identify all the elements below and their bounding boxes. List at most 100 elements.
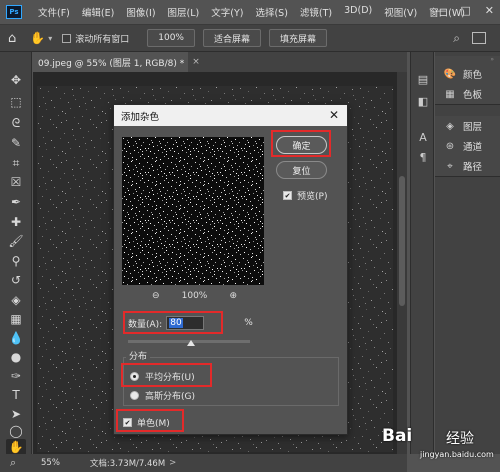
crop-tool-icon[interactable]: ⌗ bbox=[8, 155, 24, 171]
lasso-tool-icon[interactable]: ᘓ bbox=[8, 115, 24, 131]
status-menu-arrow[interactable]: > bbox=[169, 458, 176, 468]
frame-tool-icon[interactable]: ☒ bbox=[8, 174, 24, 190]
zoom-tool-icon[interactable]: ⌕ bbox=[10, 456, 16, 470]
options-bar: ⌂ ✋ ▾ 滚动所有窗口 100% 适合屏幕 填充屏幕 ⌕ bbox=[0, 24, 500, 52]
panel-channels-label: 通道 bbox=[463, 142, 483, 153]
window-controls: — □ ✕ bbox=[435, 4, 494, 17]
dodge-tool-icon[interactable]: ● bbox=[8, 349, 24, 365]
layers-channels-group: ◈ 图层 ⊛ 通道 ⌖ 路径 bbox=[435, 116, 500, 177]
blur-tool-icon[interactable]: 💧 bbox=[8, 330, 24, 346]
type-tool-icon[interactable]: T bbox=[8, 387, 24, 403]
search-icon[interactable]: ⌕ bbox=[453, 31, 460, 46]
reset-button[interactable]: 复位 bbox=[276, 161, 327, 179]
dialog-close-icon[interactable]: ✕ bbox=[329, 108, 339, 122]
preview-label: 预览(P) bbox=[297, 192, 328, 202]
dialog-title-bar[interactable]: 添加杂色 ✕ bbox=[114, 105, 347, 126]
marquee-tool-icon[interactable]: ⬚ bbox=[8, 94, 24, 110]
color-palette-icon: 🎨 bbox=[443, 68, 457, 80]
menu-bar: Ps 文件(F) 编辑(E) 图像(I) 图层(L) 文字(Y) 选择(S) 滤… bbox=[0, 0, 500, 24]
pen-tool-icon[interactable]: ✑ bbox=[8, 368, 24, 384]
highlight-ok-button bbox=[271, 130, 331, 157]
tab-close-icon[interactable]: × bbox=[192, 57, 200, 67]
distribution-legend: 分布 bbox=[126, 349, 151, 362]
scroll-all-windows-checkbox[interactable] bbox=[62, 33, 72, 43]
layers-icon: ◈ bbox=[446, 120, 454, 132]
highlight-uniform bbox=[121, 363, 212, 387]
quick-select-tool-icon[interactable]: ✎ bbox=[8, 135, 24, 151]
chevron-down-icon[interactable]: ▾ bbox=[48, 34, 52, 43]
panel-layers[interactable]: ◈ 图层 bbox=[435, 116, 500, 136]
path-select-icon[interactable]: ➤ bbox=[8, 406, 24, 422]
menu-3d[interactable]: 3D(D) bbox=[338, 5, 378, 19]
panel-paths[interactable]: ⌖ 路径 bbox=[435, 156, 500, 176]
menu-file[interactable]: 文件(F) bbox=[32, 5, 76, 19]
ellipse-tool-icon[interactable]: ◯ bbox=[8, 423, 24, 439]
preview-checkbox[interactable]: ✔ bbox=[283, 191, 292, 200]
history-brush-icon[interactable]: ↺ bbox=[8, 272, 24, 288]
gaussian-label: 高斯分布(G) bbox=[145, 392, 195, 402]
swatches-grid-icon: ▦ bbox=[445, 88, 455, 100]
zoom-tool-area: ⌕ bbox=[0, 454, 33, 472]
amount-slider-knob[interactable] bbox=[187, 340, 195, 346]
zoom-level-button[interactable]: 100% bbox=[147, 29, 195, 47]
gaussian-option[interactable]: 高斯分布(G) bbox=[130, 389, 195, 402]
status-zoom[interactable]: 55% bbox=[41, 458, 60, 468]
highlight-monochromatic bbox=[116, 409, 184, 432]
workspace-icon[interactable] bbox=[472, 32, 486, 44]
gaussian-radio[interactable] bbox=[130, 391, 139, 400]
panel-paths-label: 路径 bbox=[463, 162, 483, 173]
status-bar: 55% 文档:3.73M/7.46M > bbox=[33, 454, 407, 472]
collapsed-panel-icons: ▤ ◧ A ¶ bbox=[410, 52, 434, 454]
gradient-tool-icon[interactable]: ▦ bbox=[8, 311, 24, 327]
healing-brush-icon[interactable]: ✚ bbox=[8, 214, 24, 230]
character-panel-icon[interactable]: A bbox=[416, 130, 430, 144]
vertical-scrollbar[interactable] bbox=[397, 72, 407, 454]
color-swatches-group: » 🎨 颜色 ▦ 色板 bbox=[435, 56, 500, 105]
preview-zoom-level: 100% bbox=[181, 291, 208, 301]
fill-screen-button[interactable]: 填充屏幕 bbox=[269, 29, 328, 47]
menu-edit[interactable]: 编辑(E) bbox=[76, 5, 120, 19]
properties-panel-icon[interactable]: ◧ bbox=[416, 94, 430, 108]
channels-icon: ⊛ bbox=[445, 140, 455, 152]
scroll-all-windows-label: 滚动所有窗口 bbox=[75, 34, 130, 45]
panel-color[interactable]: 🎨 颜色 bbox=[435, 64, 500, 84]
history-panel-icon[interactable]: ▤ bbox=[416, 72, 430, 86]
document-tab-title: 09.jpeg @ 55% (图层 1, RGB/8) * bbox=[38, 58, 185, 69]
menu-type[interactable]: 文字(Y) bbox=[205, 5, 249, 19]
move-tool-icon[interactable]: ✥ bbox=[8, 72, 24, 88]
hand-tool-icon[interactable]: ✋ bbox=[6, 439, 26, 455]
photoshop-logo[interactable]: Ps bbox=[6, 5, 22, 19]
preview-option[interactable]: ✔ 预览(P) bbox=[283, 189, 327, 202]
menu-layer[interactable]: 图层(L) bbox=[162, 5, 206, 19]
menu-items: 文件(F) 编辑(E) 图像(I) 图层(L) 文字(Y) 选择(S) 滤镜(T… bbox=[32, 5, 471, 19]
menu-view[interactable]: 视图(V) bbox=[378, 5, 423, 19]
tools-panel: ✥ ⬚ ᘓ ✎ ⌗ ☒ ✒ ✚ 🖌 ⚲ ↺ ◈ ▦ 💧 ● ✑ T ➤ ◯ ✋ bbox=[0, 52, 32, 455]
menu-image[interactable]: 图像(I) bbox=[120, 5, 161, 19]
panel-grip[interactable]: » bbox=[435, 56, 500, 64]
panel-channels[interactable]: ⊛ 通道 bbox=[435, 136, 500, 156]
noise-preview[interactable] bbox=[122, 137, 264, 285]
panel-color-label: 颜色 bbox=[463, 70, 483, 81]
fit-screen-button[interactable]: 适合屏幕 bbox=[202, 29, 261, 47]
brush-tool-icon[interactable]: 🖌 bbox=[8, 233, 24, 249]
eraser-tool-icon[interactable]: ◈ bbox=[8, 292, 24, 308]
status-doc-size: 文档:3.73M/7.46M bbox=[89, 459, 166, 469]
scrollbar-thumb[interactable] bbox=[399, 176, 405, 306]
home-icon[interactable]: ⌂ bbox=[8, 31, 16, 46]
paths-icon: ⌖ bbox=[447, 160, 453, 172]
minimize-icon[interactable]: — bbox=[435, 4, 446, 17]
menu-filter[interactable]: 滤镜(T) bbox=[294, 5, 338, 19]
highlight-amount bbox=[123, 311, 223, 334]
maximize-icon[interactable]: □ bbox=[460, 4, 470, 17]
panel-swatches[interactable]: ▦ 色板 bbox=[435, 84, 500, 104]
close-icon[interactable]: ✕ bbox=[485, 4, 494, 17]
eyedropper-tool-icon[interactable]: ✒ bbox=[8, 194, 24, 210]
document-tab[interactable]: 09.jpeg @ 55% (图层 1, RGB/8) * × bbox=[32, 52, 200, 72]
paragraph-panel-icon[interactable]: ¶ bbox=[416, 150, 430, 164]
zoom-in-icon[interactable]: ⊕ bbox=[229, 291, 237, 301]
zoom-out-icon[interactable]: ⊖ bbox=[152, 291, 160, 301]
hand-tool-icon[interactable]: ✋ bbox=[30, 31, 45, 45]
clone-stamp-icon[interactable]: ⚲ bbox=[8, 253, 24, 269]
menu-select[interactable]: 选择(S) bbox=[249, 5, 293, 19]
amount-unit: % bbox=[244, 318, 253, 328]
